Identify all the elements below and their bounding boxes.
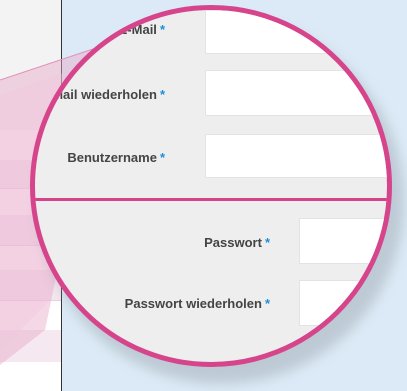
magnifier-lens: E-Mail * E-Mail wiederholen * Benutzername…	[30, 5, 392, 367]
required-marker: *	[159, 87, 165, 102]
lens-section-divider	[35, 198, 387, 201]
password-label: Passwort *	[204, 235, 270, 250]
password-field[interactable]	[299, 218, 387, 264]
email-repeat-field[interactable]	[205, 70, 387, 116]
required-marker: *	[159, 22, 165, 37]
required-marker: *	[264, 296, 270, 311]
required-marker: *	[159, 150, 165, 165]
email-field[interactable]	[205, 10, 387, 54]
required-marker: *	[264, 235, 270, 250]
email-label: E-Mail *	[118, 22, 165, 37]
username-field[interactable]	[205, 134, 387, 178]
password-repeat-field[interactable]	[299, 280, 387, 326]
email-repeat-label: E-Mail wiederholen *	[39, 87, 165, 102]
username-label: Benutzername *	[67, 150, 165, 165]
password-repeat-label: Passwort wiederholen *	[124, 296, 270, 311]
